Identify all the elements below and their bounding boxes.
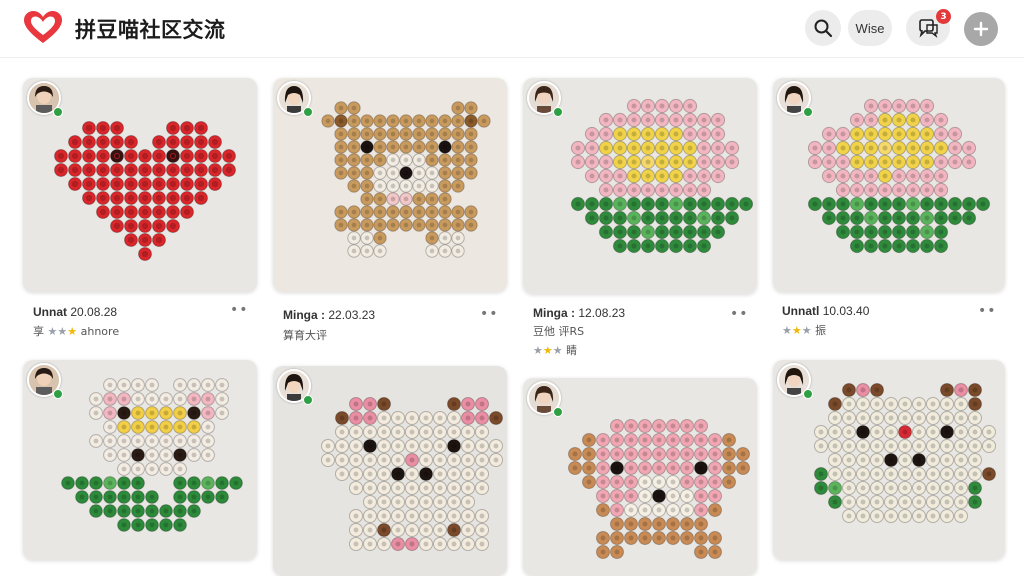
- post-username[interactable]: Minga :: [283, 308, 325, 322]
- search-icon: [814, 19, 833, 38]
- more-dots-icon[interactable]: ••: [730, 306, 749, 322]
- star-icon: ★: [552, 344, 563, 357]
- more-dots-icon[interactable]: ••: [480, 306, 499, 322]
- online-status-dot: [53, 107, 63, 117]
- post-sub: 算育大评: [283, 329, 327, 342]
- wise-button[interactable]: Wise: [848, 10, 892, 46]
- top-bar: 拼豆喵社区交流 Wise 3: [0, 0, 1024, 58]
- post-date: 10.03.40: [822, 304, 870, 318]
- online-status-dot: [303, 107, 313, 117]
- more-dots-icon[interactable]: ••: [978, 303, 997, 319]
- post-sub: 享: [33, 325, 44, 338]
- online-status-dot: [553, 407, 563, 417]
- post-rating-row: ★★★ 振: [782, 322, 826, 338]
- plus-icon: [973, 21, 989, 37]
- post-sub-extra: 振: [815, 324, 827, 337]
- search-button[interactable]: [805, 10, 841, 46]
- star-icon: ★: [542, 344, 553, 357]
- post-rating-row: 享 ★★★ ahnore: [33, 323, 119, 339]
- post-sub: 豆他 评RS: [533, 325, 585, 338]
- star-icon: ★: [782, 324, 792, 337]
- post-date: 22.03.23: [328, 308, 376, 322]
- post-rating-row: ★★★ 睛: [533, 342, 577, 358]
- online-status-dot: [803, 389, 813, 399]
- star-icon: ★: [67, 325, 78, 338]
- star-icon: ★: [533, 344, 543, 357]
- message-icon: [919, 19, 938, 38]
- post-date: 12.08.23: [578, 306, 626, 320]
- more-dots-icon[interactable]: ••: [230, 302, 249, 318]
- add-post-button[interactable]: [964, 12, 998, 46]
- app-title: 拼豆喵社区交流: [75, 18, 226, 42]
- post-username[interactable]: Unnat: [33, 305, 67, 319]
- post-meta: Minga : 12.08.23: [533, 306, 625, 320]
- post-username[interactable]: Minga :: [533, 306, 575, 320]
- post-meta: Unnatl 10.03.40: [782, 304, 869, 318]
- post-sub-extra[interactable]: ahnore: [81, 325, 119, 338]
- post-username[interactable]: Unnatl: [782, 304, 819, 318]
- post-date: 20.08.28: [70, 305, 118, 319]
- star-icon: ★: [47, 325, 58, 338]
- post-sub-extra: 睛: [566, 344, 578, 357]
- star-icon: ★: [57, 325, 68, 338]
- online-status-dot: [553, 107, 563, 117]
- online-status-dot: [803, 107, 813, 117]
- post-meta: Minga : 22.03.23: [283, 308, 375, 322]
- star-icon: ★: [791, 324, 802, 337]
- post-meta: Unnat 20.08.28: [33, 305, 117, 319]
- online-status-dot: [53, 389, 63, 399]
- online-status-dot: [303, 395, 313, 405]
- star-icon: ★: [801, 324, 812, 337]
- notification-badge[interactable]: 3: [936, 9, 951, 24]
- heart-logo-icon[interactable]: [22, 10, 64, 46]
